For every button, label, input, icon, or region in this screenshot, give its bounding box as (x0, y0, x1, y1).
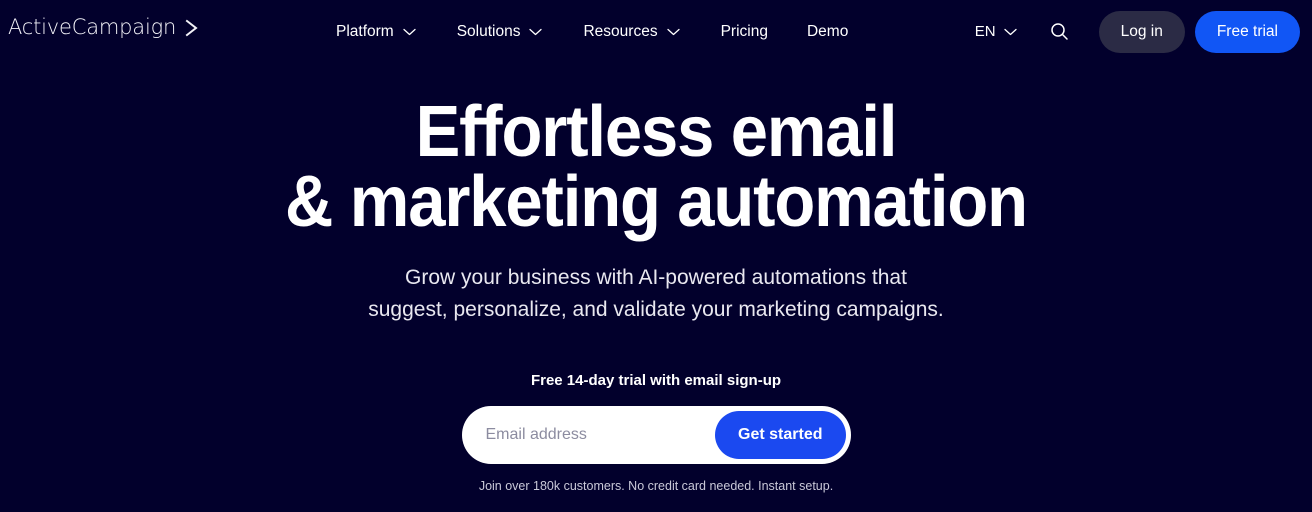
subheading-line-1: Grow your business with AI-powered autom… (405, 266, 907, 289)
search-icon (1051, 23, 1068, 40)
nav-item-platform[interactable]: Platform (336, 15, 416, 49)
main-navigation: Platform Solutions Resources Pricing Dem… (336, 0, 848, 63)
log-in-button[interactable]: Log in (1098, 10, 1185, 53)
chevron-right-mark-icon (185, 19, 198, 36)
signup-fineprint: Join over 180k customers. No credit card… (478, 479, 834, 493)
site-header: ActiveCampaign Platform Solutions Resour… (0, 0, 1312, 63)
chevron-down-icon (1003, 28, 1017, 35)
free-trial-button[interactable]: Free trial (1194, 10, 1300, 53)
nav-item-label: Pricing (720, 22, 768, 40)
nav-item-demo[interactable]: Demo (807, 15, 848, 49)
get-started-button[interactable]: Get started (715, 411, 846, 459)
search-button[interactable] (1047, 19, 1073, 45)
nav-item-pricing[interactable]: Pricing (721, 15, 768, 49)
nav-item-label: Platform (336, 22, 394, 40)
hero-subheading: Grow your business with AI-powered autom… (0, 262, 1312, 326)
signup-form-wrapper: Get started (0, 406, 1312, 464)
nav-item-label: Demo (806, 22, 849, 40)
subheading-line-2: suggest, personalize, and validate your … (368, 298, 944, 321)
trial-note: Free 14-day trial with email sign-up (530, 372, 782, 389)
email-input[interactable] (485, 411, 716, 459)
nav-item-solutions[interactable]: Solutions (457, 15, 543, 49)
chevron-down-icon (403, 28, 416, 35)
nav-item-label: Resources (583, 22, 658, 40)
nav-item-label: Solutions (456, 22, 521, 40)
hero-section: Effortless email & marketing automation … (0, 63, 1312, 493)
brand-logo[interactable]: ActiveCampaign (8, 17, 200, 38)
page-title: Effortless email & marketing automation (46, 96, 1266, 242)
chevron-down-icon (529, 28, 543, 35)
landing-page: ActiveCampaign Platform Solutions Resour… (0, 0, 1312, 512)
chevron-down-icon (666, 28, 680, 35)
email-signup-form: Get started (461, 406, 851, 464)
header-actions: EN Log in Free trial (975, 0, 1300, 63)
language-selector-label: EN (974, 23, 996, 40)
nav-item-resources[interactable]: Resources (583, 15, 680, 49)
language-selector[interactable]: EN (975, 23, 1017, 40)
headline-line-1: Effortless email (415, 92, 898, 172)
headline-line-2: & marketing automation (285, 162, 1028, 242)
brand-logo-text: ActiveCampaign (8, 15, 177, 39)
